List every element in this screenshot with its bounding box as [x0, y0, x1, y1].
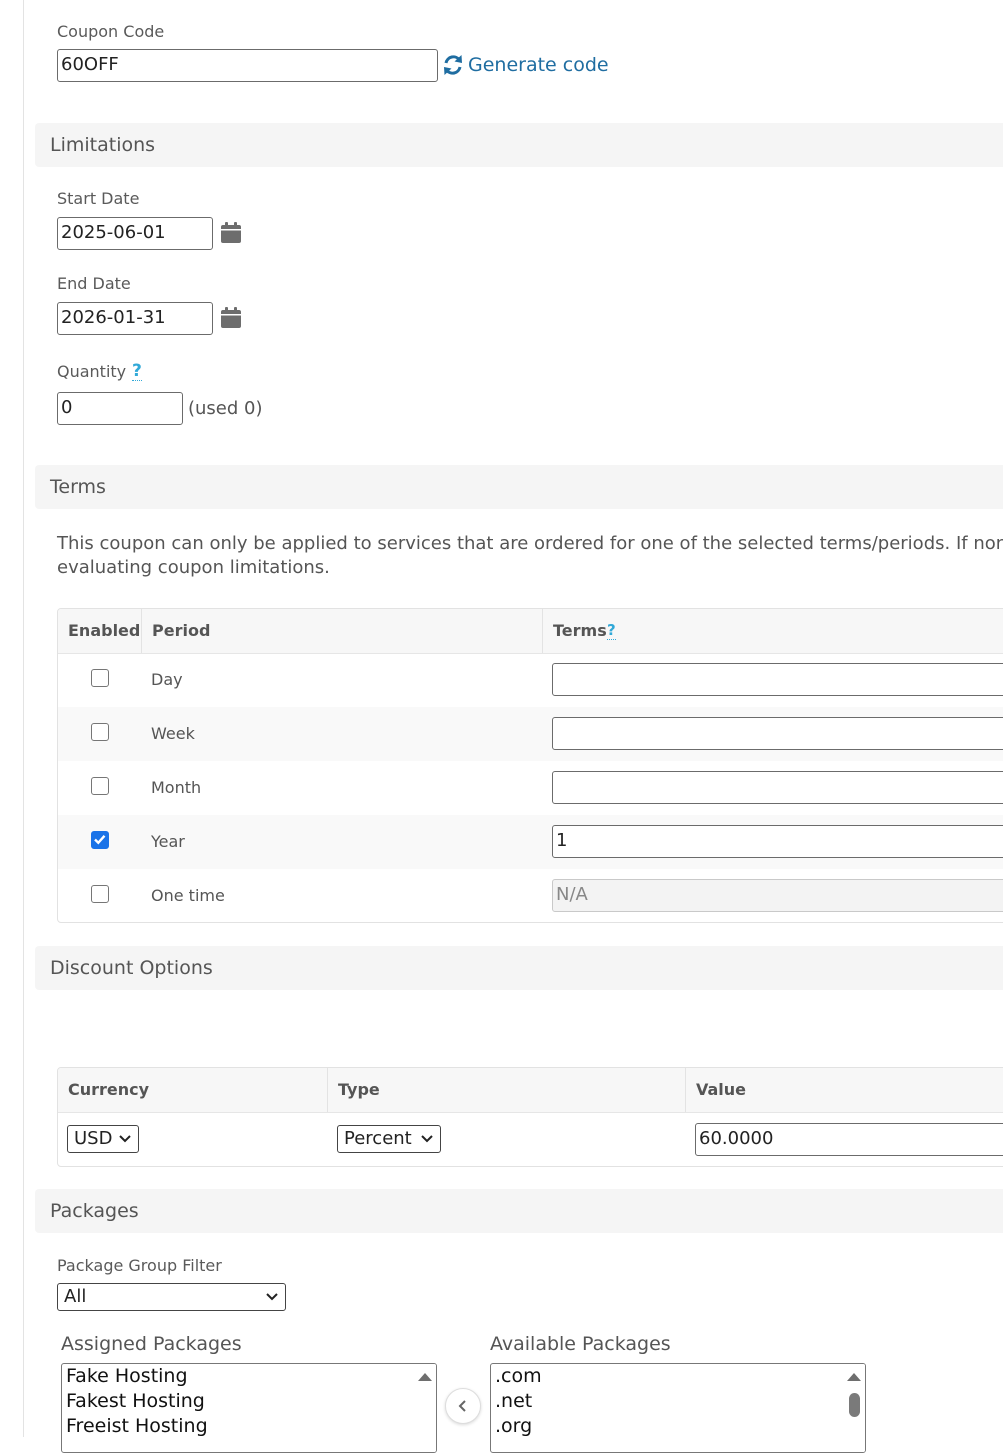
chevron-left-icon [458, 1400, 466, 1412]
discount-table: Currency Type Value USD Percent 60.0000 [57, 1067, 1003, 1167]
table-row: Month [58, 761, 1003, 815]
terms-description-line2: evaluating coupon limitations. [57, 557, 330, 578]
week-terms-input[interactable] [552, 717, 1003, 750]
check-icon [94, 835, 106, 845]
scrollbar[interactable] [414, 1364, 436, 1452]
chevron-down-icon [421, 1135, 433, 1143]
period-week: Week [151, 724, 195, 743]
package-group-filter-select[interactable]: All [57, 1283, 286, 1311]
terms-description-line1: This coupon can only be applied to servi… [57, 533, 1003, 554]
discount-value-input[interactable]: 60.0000 [695, 1123, 1003, 1156]
list-item[interactable]: Fake Hosting [62, 1364, 436, 1389]
period-column-header: Period [152, 621, 211, 640]
column-divider [141, 609, 142, 653]
assigned-packages-label: Assigned Packages [61, 1333, 242, 1355]
list-item[interactable]: Freeist Hosting [62, 1414, 436, 1439]
scrollbar-thumb[interactable] [849, 1393, 860, 1417]
day-terms-input[interactable] [552, 663, 1003, 696]
coupon-code-label: Coupon Code [57, 22, 165, 41]
one-time-checkbox[interactable] [91, 885, 109, 903]
limitations-title: Limitations [50, 134, 156, 156]
generate-code-link[interactable]: Generate code [468, 54, 609, 76]
enabled-column-header: Enabled [68, 621, 141, 640]
scroll-up-icon[interactable] [843, 1368, 865, 1388]
discount-section-header: Discount Options [35, 946, 1003, 990]
calendar-icon[interactable] [221, 307, 241, 332]
scroll-up-icon[interactable] [414, 1368, 436, 1388]
discount-table-header [58, 1068, 1003, 1113]
assigned-packages-list[interactable]: Fake Hosting Fakest Hosting Freeist Host… [61, 1363, 437, 1453]
one-time-terms-input: N/A [552, 879, 1003, 912]
year-terms-input[interactable]: 1 [552, 825, 1003, 858]
end-date-input[interactable]: 2026-01-31 [57, 302, 213, 335]
table-row: Day [58, 653, 1003, 707]
quantity-input[interactable]: 0 [57, 392, 183, 425]
currency-column-header: Currency [68, 1080, 150, 1099]
quantity-help-icon[interactable]: ? [132, 362, 142, 381]
column-divider [685, 1068, 686, 1112]
package-group-selected: All [64, 1286, 87, 1307]
chevron-down-icon [266, 1293, 278, 1301]
type-selected: Percent [344, 1128, 412, 1149]
list-item[interactable]: .net [491, 1389, 865, 1414]
start-date-input[interactable]: 2025-06-01 [57, 217, 213, 250]
table-row: One time N/A [58, 869, 1003, 922]
scrollbar[interactable] [843, 1364, 865, 1452]
terms-column-header: Terms [553, 621, 607, 640]
period-month: Month [151, 778, 202, 797]
list-item[interactable]: .com [491, 1364, 865, 1389]
refresh-icon[interactable] [442, 53, 464, 77]
coupon-code-input[interactable]: 60OFF [57, 49, 438, 82]
calendar-icon[interactable] [221, 222, 241, 247]
left-border [23, 0, 24, 1437]
table-row: Year 1 [58, 815, 1003, 869]
table-row: Week [58, 707, 1003, 761]
month-checkbox[interactable] [91, 777, 109, 795]
package-group-filter-label: Package Group Filter [57, 1256, 222, 1275]
terms-title: Terms [50, 476, 106, 498]
packages-section-header: Packages [35, 1189, 1003, 1233]
end-date-label: End Date [57, 274, 131, 293]
quantity-label: Quantity [57, 362, 127, 381]
currency-selected: USD [74, 1128, 113, 1149]
column-divider [542, 609, 543, 653]
column-divider [327, 1068, 328, 1112]
type-column-header: Type [338, 1080, 380, 1099]
quantity-used-text: (used 0) [188, 398, 263, 419]
chevron-down-icon [119, 1135, 131, 1143]
available-packages-label: Available Packages [490, 1333, 671, 1355]
terms-table: Enabled Period Terms ? Day Week Month Ye… [57, 608, 1003, 923]
month-terms-input[interactable] [552, 771, 1003, 804]
list-item[interactable]: .org [491, 1414, 865, 1439]
value-column-header: Value [696, 1080, 747, 1099]
terms-help-icon[interactable]: ? [607, 621, 616, 640]
period-day: Day [151, 670, 183, 689]
discount-title: Discount Options [50, 957, 213, 979]
day-checkbox[interactable] [91, 669, 109, 687]
type-select[interactable]: Percent [337, 1125, 441, 1153]
period-one-time: One time [151, 886, 225, 905]
currency-select[interactable]: USD [67, 1125, 139, 1153]
start-date-label: Start Date [57, 189, 140, 208]
year-checkbox[interactable] [91, 831, 109, 849]
period-year: Year [151, 832, 185, 851]
limitations-section-header: Limitations [35, 123, 1003, 167]
week-checkbox[interactable] [91, 723, 109, 741]
packages-title: Packages [50, 1200, 139, 1222]
terms-section-header: Terms [35, 465, 1003, 509]
available-packages-list[interactable]: .com .net .org [490, 1363, 866, 1453]
move-to-assigned-button[interactable] [445, 1388, 481, 1424]
list-item[interactable]: Fakest Hosting [62, 1389, 436, 1414]
